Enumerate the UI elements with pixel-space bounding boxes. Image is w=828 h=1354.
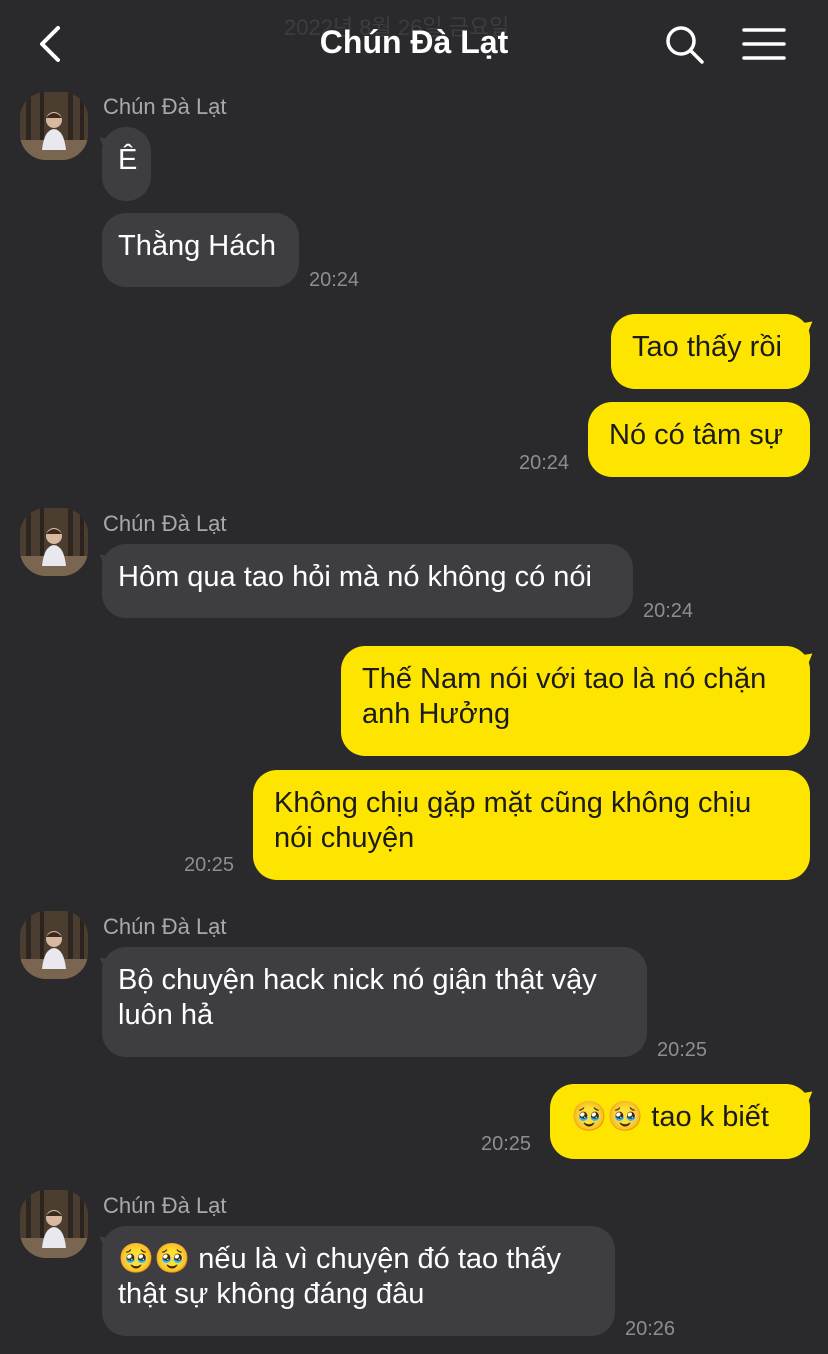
message-text: nếu là vì chuyện đó tao thấy [198,1243,562,1275]
sender-name: Chún Đà Lạt [103,1193,227,1218]
message-bubble[interactable]: Nó có tâm sự [588,402,810,477]
chat-header: 2022년 8월 26일 금요일 Chún Đà Lạt [0,0,828,88]
search-icon[interactable] [660,20,708,68]
sender-name: Chún Đà Lạt [103,914,227,939]
message-bubble[interactable]: 🥹🥹 tao k biết [550,1084,810,1159]
message-text: Tao thấy rồi [632,331,782,363]
message-text: Ê [118,144,138,176]
emoji: 🥹🥹 [118,1243,191,1275]
avatar[interactable] [20,1190,88,1258]
message-time: 20:24 [643,600,694,622]
message-bubble[interactable]: Hôm qua tao hỏi mà nó không có nói [102,544,633,618]
message-text: tao k biết [651,1101,769,1133]
message-text: luôn hả [118,999,214,1031]
message-time: 20:24 [519,452,570,474]
message-text: Bộ chuyện hack nick nó giận thật vậy [118,964,597,996]
message-bubble[interactable]: Không chịu gặp mặt cũng không chịu nói c… [253,770,810,880]
message-text: anh Hưởng [362,698,511,730]
message-bubble[interactable]: 🥹🥹 nếu là vì chuyện đó tao thấy thật sự … [102,1226,615,1336]
sender-name: Chún Đà Lạt [103,511,227,536]
avatar[interactable] [20,508,88,576]
avatar[interactable] [20,911,88,979]
message-text: Không chịu gặp mặt cũng không chịu [274,787,752,819]
message-text: nói chuyện [274,822,415,854]
message-text: Thế Nam nói với tao là nó chặn [362,663,767,695]
menu-icon[interactable] [740,20,788,68]
message-time: 20:25 [184,854,235,876]
message-text: Thằng Hách [118,230,276,262]
message-time: 20:26 [625,1318,676,1340]
message-bubble[interactable]: Thằng Hách [102,213,299,287]
message-text: Nó có tâm sự [609,419,784,451]
message-bubble[interactable]: Bộ chuyện hack nick nó giận thật vậy luô… [102,947,647,1057]
message-bubble[interactable]: Tao thấy rồi [611,314,810,389]
emoji: 🥹🥹 [571,1101,644,1133]
message-time: 20:25 [657,1039,708,1061]
sender-name: Chún Đà Lạt [103,94,227,119]
message-text: thật sự không đáng đâu [118,1278,425,1310]
message-bubble[interactable]: Thế Nam nói với tao là nó chặn anh Hưởng [341,646,810,756]
avatar[interactable] [20,92,88,160]
message-time: 20:24 [309,269,360,291]
message-text: Hôm qua tao hỏi mà nó không có nói [118,561,592,593]
message-bubble[interactable]: Ê [102,127,151,201]
message-time: 20:25 [481,1133,532,1155]
